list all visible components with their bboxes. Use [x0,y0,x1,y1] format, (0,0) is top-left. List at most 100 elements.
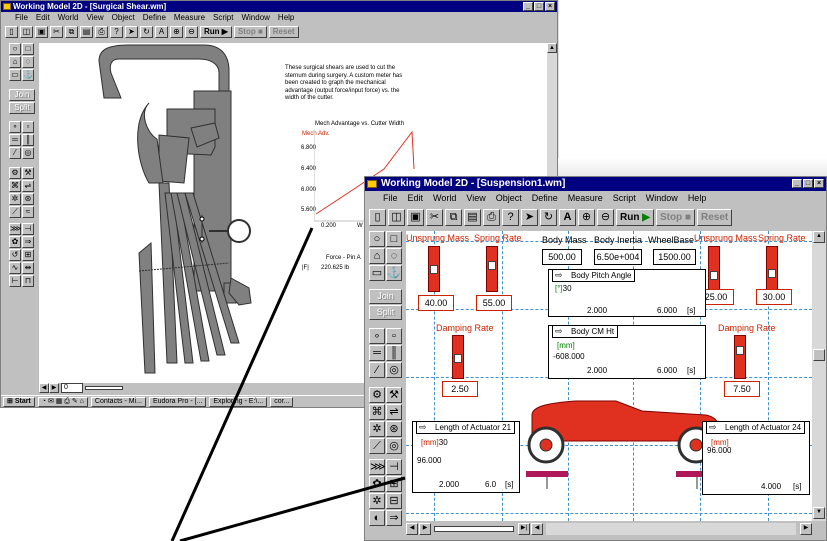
body-mass-value[interactable]: 500.00 [542,249,582,265]
rigid-joint-icon[interactable]: ⚒ [22,167,34,179]
pointer-icon[interactable]: ➤ [125,26,138,38]
front-vscroll[interactable]: ▲ ▼ [812,231,826,521]
force-icon[interactable]: ⇒ [22,236,34,248]
menu-view[interactable]: View [86,12,103,23]
task-contacts[interactable]: Contacts - Mi... [90,396,146,407]
point-tool-icon[interactable]: ∘ [9,121,21,133]
gear-icon[interactable]: ✲ [9,193,21,205]
menu-window[interactable]: Window [241,12,269,23]
slot-tool-icon[interactable]: ═ [369,345,385,361]
rope-icon[interactable]: ◎ [386,438,402,454]
menu-view[interactable]: View [466,191,485,205]
rigid-joint-icon[interactable]: ⚒ [386,387,402,403]
damper-icon[interactable]: ⊣ [386,459,402,475]
help-icon[interactable]: ? [502,208,519,226]
rect-tool-icon[interactable]: ▭ [369,265,385,281]
run-button[interactable]: Run ▶ [200,26,232,38]
frame-step-back-button[interactable]: ◀ [531,523,543,535]
menu-file[interactable]: File [383,191,398,205]
actuator-21-meter[interactable]: ⇨ Length of Actuator 21 [mm]30 96.000 2.0… [412,421,520,493]
motor-icon[interactable]: ⌘ [369,404,385,420]
join-button[interactable]: Join [9,89,35,101]
body-cm-meter[interactable]: ⇨ Body CM Ht [mm] -608.000 2.000 6.000 [s… [548,325,706,379]
frame-track[interactable] [85,386,123,390]
circle-slot-icon[interactable]: ◎ [386,362,402,378]
curve-tool-icon[interactable]: ◌ [386,248,402,264]
circle-tool-icon[interactable]: ○ [369,231,385,247]
scroll-up-button[interactable]: ▲ [813,231,825,243]
menu-edit[interactable]: Edit [36,12,50,23]
circle-tool-icon[interactable]: ○ [9,43,21,55]
polygon-tool-icon[interactable]: ⌂ [369,248,385,264]
menu-script[interactable]: Script [213,12,233,23]
square-point-icon[interactable]: ▫ [386,328,402,344]
menu-help[interactable]: Help [278,12,294,23]
unsprung-mass-left-value[interactable]: 40.00 [418,295,454,311]
anchor-tool-icon[interactable]: ⚓ [22,69,34,81]
menu-define[interactable]: Define [143,12,166,23]
copy-icon[interactable]: ⧉ [445,208,462,226]
cut-icon[interactable]: ✂ [50,26,63,38]
back-window-titlebar[interactable]: Working Model 2D - [Surgical Shear.wm] _… [1,1,557,12]
actuator-21-meter-header[interactable]: ⇨ Length of Actuator 21 [416,421,516,434]
actuator-24-meter-header[interactable]: ⇨ Length of Actuator 24 [706,421,806,434]
damping-rate-right-slider[interactable] [734,335,746,379]
frame-step-forward-button[interactable]: ▶| [518,523,530,535]
new-file-icon[interactable]: ▯ [5,26,18,38]
rope-spring-icon[interactable]: ∿ [9,262,21,274]
menu-measure[interactable]: Measure [568,191,603,205]
close-button[interactable]: × [814,179,824,188]
front-hscroll-track[interactable] [546,523,796,535]
menu-define[interactable]: Define [532,191,558,205]
save-icon[interactable]: ▣ [407,208,424,226]
join-button[interactable]: Join [369,289,402,304]
polygon-tool-icon[interactable]: ⌂ [9,56,21,68]
close-button[interactable]: × [545,2,555,11]
front-canvas[interactable]: Unsprung Mass 40.00 Spring Rate 55.00 Bo… [406,231,812,521]
scroll-up-button[interactable]: ▲ [547,43,557,53]
scroll-down-button[interactable]: ▼ [813,507,825,519]
actuator-icon[interactable]: ⇌ [386,404,402,420]
rotate-force-icon[interactable]: ⇒ [386,510,402,526]
pulley-link-icon[interactable]: ⊢ [9,275,21,287]
square-tool-icon[interactable]: □ [22,43,34,55]
zoom-out-icon[interactable]: ⊖ [185,26,198,38]
cut-icon[interactable]: ✂ [426,208,443,226]
rect-tool-icon[interactable]: ▭ [9,69,21,81]
stop-button[interactable]: Stop ■ [655,208,695,226]
pin-joint-icon[interactable]: ⚙ [369,387,385,403]
text-icon[interactable]: A [559,208,576,226]
wheelbase-value[interactable]: 1500.00 [653,249,696,265]
damping-rate-left-slider[interactable] [452,335,464,379]
scroll-right-button[interactable]: ▶ [49,383,59,393]
pin-joint-icon[interactable]: ⚙ [9,167,21,179]
gear-icon[interactable]: ✲ [369,421,385,437]
curve-tool-icon[interactable]: ◌ [22,56,34,68]
separator-icon[interactable]: ⊞ [22,249,34,261]
rotate-icon[interactable]: ↻ [140,26,153,38]
rod-icon[interactable]: ⟋ [369,438,385,454]
menu-file[interactable]: File [15,12,28,23]
scroll-right-button[interactable]: ▶ [419,523,431,535]
force-icon[interactable]: ✲ [369,493,385,509]
new-file-icon[interactable]: ▯ [369,208,386,226]
gear-link-icon[interactable]: ⇹ [22,262,34,274]
rotate-icon[interactable]: ↻ [540,208,557,226]
rope-spring-icon[interactable]: ◐ [369,510,385,526]
print-icon[interactable]: ⎙ [95,26,108,38]
motor-icon[interactable]: ⌘ [9,180,21,192]
anchor-tool-icon[interactable]: ⚓ [386,265,402,281]
spring-rate-left-slider[interactable] [486,246,498,292]
maximize-button[interactable]: □ [803,179,813,188]
scroll-left-button[interactable]: ◀ [39,383,49,393]
slot-tool-icon[interactable]: ═ [9,134,21,146]
front-frame-scroll[interactable]: ◀ ▶ ▶| ◀ ▶ [406,522,812,536]
curved-slot-icon[interactable]: ⁄ [9,147,21,159]
spring-rate-right-value[interactable]: 30.00 [756,289,792,305]
point-tool-icon[interactable]: ∘ [369,328,385,344]
spring-rate-right-slider[interactable] [766,246,778,292]
damper-icon[interactable]: ⊣ [22,223,34,235]
pointer-icon[interactable]: ➤ [521,208,538,226]
front-window-titlebar[interactable]: Working Model 2D - [Suspension1.wm] _ □ … [365,177,826,191]
body-pitch-meter-header[interactable]: ⇨ Body Pitch Angle [552,269,636,282]
